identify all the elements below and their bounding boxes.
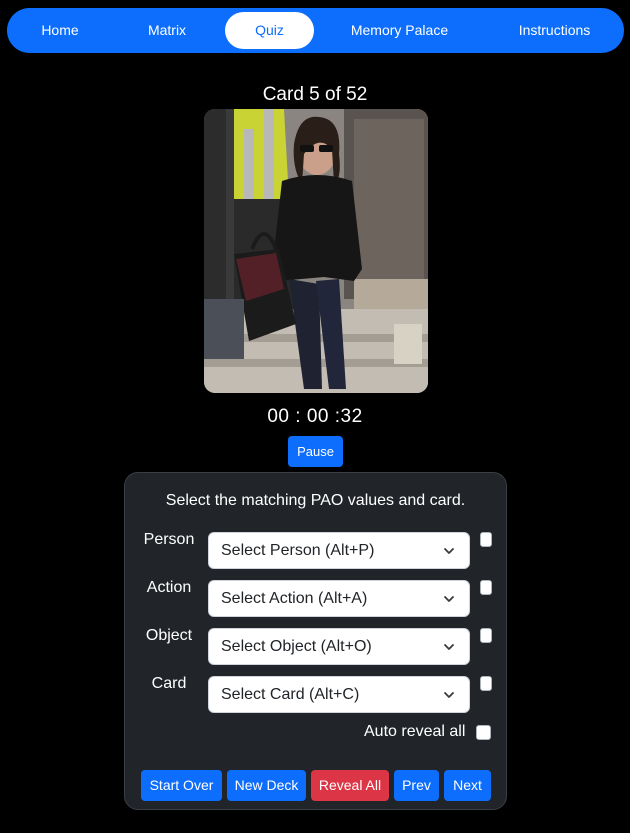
chevron-down-icon [444, 692, 454, 698]
pause-button[interactable]: Pause [288, 436, 343, 467]
object-select-value: Select Object (Alt+O) [221, 638, 372, 655]
action-select-value: Select Action (Alt+A) [221, 590, 368, 607]
action-checkbox[interactable] [480, 580, 492, 595]
card-select[interactable]: Select Card (Alt+C) [208, 676, 470, 713]
next-button[interactable]: Next [444, 770, 491, 801]
new-deck-button[interactable]: New Deck [227, 770, 306, 801]
card-select-value: Select Card (Alt+C) [221, 686, 360, 703]
chevron-down-icon [444, 596, 454, 602]
object-select[interactable]: Select Object (Alt+O) [208, 628, 470, 665]
card-photo [204, 109, 428, 393]
panel-instructions: Select the matching PAO values and card. [165, 492, 466, 509]
nav-memory-palace[interactable]: Memory Palace [342, 12, 457, 49]
person-checkbox[interactable] [480, 532, 492, 547]
chevron-down-icon [444, 548, 454, 554]
nav-quiz[interactable]: Quiz [225, 12, 314, 49]
card-photo-illustration [204, 109, 428, 393]
nav-matrix[interactable]: Matrix [137, 12, 197, 49]
reveal-all-button[interactable]: Reveal All [311, 770, 389, 801]
object-label: Object [145, 627, 193, 644]
auto-reveal-checkbox[interactable] [476, 725, 491, 740]
card-checkbox[interactable] [480, 676, 492, 691]
nav-home[interactable]: Home [29, 12, 91, 49]
main-nav: Home Matrix Quiz Memory Palace Instructi… [7, 8, 624, 53]
person-label: Person [143, 531, 195, 548]
prev-button[interactable]: Prev [394, 770, 439, 801]
chevron-down-icon [444, 644, 454, 650]
object-checkbox[interactable] [480, 628, 492, 643]
person-select-value: Select Person (Alt+P) [221, 542, 375, 559]
auto-reveal-label: Auto reveal all [364, 723, 466, 740]
pao-quiz-panel: Select the matching PAO values and card.… [124, 472, 507, 810]
action-label: Action [146, 579, 192, 596]
person-select[interactable]: Select Person (Alt+P) [208, 532, 470, 569]
start-over-button[interactable]: Start Over [141, 770, 222, 801]
quiz-timer: 00 : 00 :32 [267, 406, 363, 427]
action-select[interactable]: Select Action (Alt+A) [208, 580, 470, 617]
card-label: Card [151, 675, 187, 692]
card-counter: Card 5 of 52 [262, 84, 368, 105]
nav-instructions[interactable]: Instructions [507, 12, 602, 49]
